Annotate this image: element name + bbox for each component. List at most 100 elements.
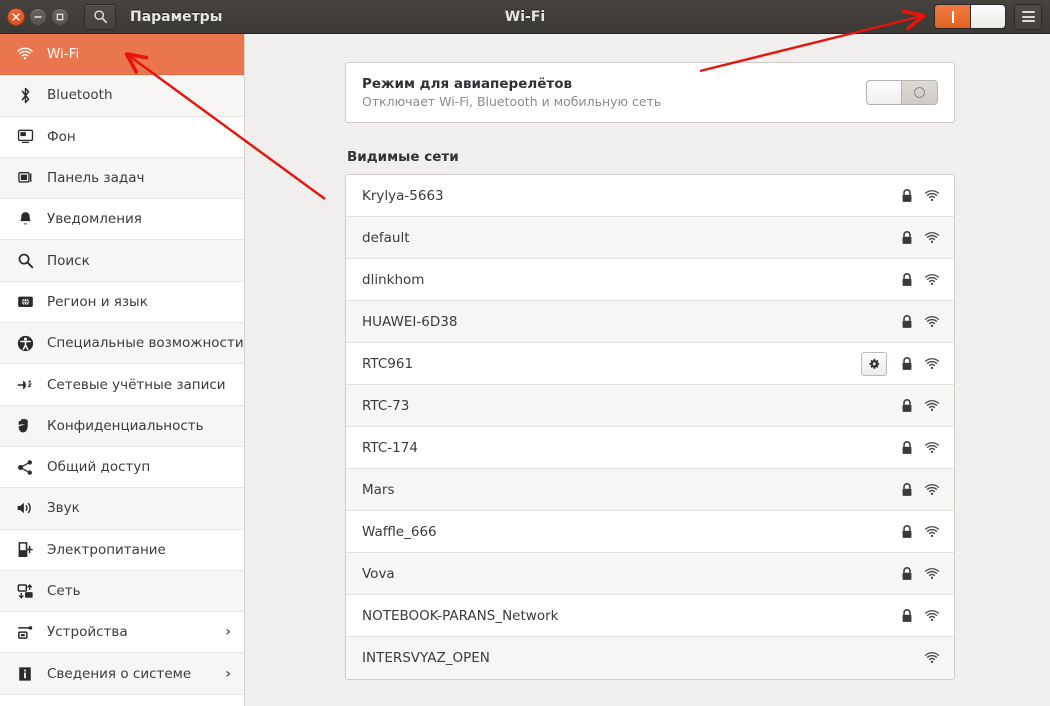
sidebar-item-label: Электропитание [47, 541, 166, 558]
airplane-mode-title: Режим для авиаперелётов [362, 76, 573, 92]
info-icon [19, 666, 31, 681]
airplane-mode-subtitle: Отключает Wi-Fi, Bluetooth и мобильную с… [362, 94, 662, 109]
network-name: RTC-73 [362, 397, 410, 414]
wifi-master-toggle[interactable] [934, 4, 1006, 29]
hamburger-menu-button[interactable] [1014, 3, 1042, 30]
power-battery-icon [13, 541, 37, 558]
network-row[interactable]: Vova [346, 553, 954, 595]
network-name: Vova [362, 565, 395, 582]
sidebar-item-label: Сетевые учётные записи [47, 376, 226, 393]
search-icon [93, 10, 107, 24]
wifi-signal-icon [923, 357, 940, 371]
window-titlebar: Параметры Wi-Fi [0, 0, 1050, 34]
sound-speaker-icon [13, 500, 37, 516]
sidebar-item-power-battery[interactable]: Электропитание [0, 529, 244, 571]
wifi-panel: Режим для авиаперелётов Отключает Wi-Fi,… [245, 34, 1050, 706]
network-row-icons [899, 566, 940, 581]
wifi-signal-icon [923, 651, 940, 665]
wifi-signal-icon [923, 483, 940, 497]
wifi-signal-icon [923, 315, 940, 329]
network-settings-button[interactable] [861, 351, 887, 376]
network-row[interactable]: Waffle_666 [346, 511, 954, 553]
network-row[interactable]: RTC961 [346, 343, 954, 385]
sidebar-item-online-accounts[interactable]: Сетевые учётные записи [0, 364, 244, 406]
panel-title-text: Wi-Fi [504, 9, 546, 25]
wifi-signal-icon [924, 315, 939, 327]
lock-icon [899, 356, 914, 371]
wifi-icon [17, 47, 33, 60]
lock-icon [902, 314, 911, 328]
lock-icon [899, 524, 914, 539]
network-row[interactable]: HUAWEI-6D38 [346, 301, 954, 343]
network-icon [13, 583, 37, 600]
window-controls [7, 7, 69, 26]
close-button[interactable] [7, 7, 25, 26]
lock-icon [899, 608, 914, 623]
sidebar-item-sharing[interactable]: Общий доступ [0, 446, 244, 489]
sidebar-item-accessibility[interactable]: Специальные возможности [0, 323, 244, 365]
network-row[interactable]: dlinkhom [346, 259, 954, 301]
sidebar-item-search[interactable]: Поиск [0, 240, 244, 282]
sidebar-item-network[interactable]: Сеть [0, 570, 244, 613]
lock-icon [899, 398, 914, 413]
sidebar-item-label: Поиск [47, 252, 90, 269]
wifi-signal-icon [924, 357, 939, 369]
sidebar-item-wifi[interactable]: Wi-Fi [0, 34, 244, 76]
lock-icon [899, 314, 914, 329]
maximize-button[interactable] [51, 7, 69, 26]
chevron-right-icon: › [225, 624, 231, 641]
lock-icon [899, 566, 914, 581]
sidebar-item-dock[interactable]: Панель задач [0, 157, 244, 200]
wifi-signal-icon [923, 525, 940, 539]
sidebar-item-region-language[interactable]: Регион и язык [0, 281, 244, 324]
sidebar-item-sound-speaker[interactable]: Звук [0, 488, 244, 530]
sidebar-item-devices[interactable]: Устройства › [0, 612, 244, 654]
wifi-signal-icon [923, 189, 940, 203]
network-row[interactable]: Krylya-5663 [346, 175, 954, 217]
network-row-icons [899, 272, 940, 287]
wifi-signal-icon [924, 652, 939, 664]
search-icon [13, 252, 37, 269]
network-row[interactable]: INTERSVYAZ_OPEN [346, 637, 954, 679]
lock-icon [899, 482, 914, 497]
network-name: default [362, 229, 410, 246]
wifi-signal-icon [924, 189, 939, 201]
bell-icon [19, 211, 31, 225]
network-row[interactable]: default [346, 217, 954, 259]
visible-networks-heading: Видимые сети [347, 149, 459, 165]
region-language-icon [13, 294, 37, 310]
network-row[interactable]: NOTEBOOK-PARANS_Network [346, 595, 954, 637]
wifi-signal-icon [923, 273, 940, 287]
network-name: Waffle_666 [362, 523, 437, 540]
search-button[interactable] [84, 3, 116, 30]
network-row-icons [899, 188, 940, 203]
devices-icon [13, 624, 37, 640]
background-icon [17, 129, 33, 144]
online-accounts-icon [17, 379, 32, 389]
sharing-icon [13, 459, 37, 476]
lock-icon [902, 524, 911, 538]
lock-icon [902, 398, 911, 412]
online-accounts-icon [13, 377, 37, 393]
sidebar-item-label: Регион и язык [47, 293, 148, 310]
airplane-mode-toggle[interactable] [866, 80, 938, 105]
visible-networks-list: Krylya-5663 default dlinkhom HUAWEI-6D38 RTC… [345, 174, 955, 680]
airplane-toggle-off-side [902, 81, 937, 104]
toggle-on-mark-icon [951, 10, 954, 23]
network-row[interactable]: Mars [346, 469, 954, 511]
sidebar-item-background[interactable]: Фон [0, 116, 244, 158]
sidebar-item-privacy-hand[interactable]: Конфиденциальность [0, 405, 244, 447]
wifi-signal-icon [924, 483, 939, 495]
sidebar-item-bluetooth[interactable]: Bluetooth [0, 75, 244, 117]
wifi-signal-icon [924, 567, 939, 579]
network-name: NOTEBOOK-PARANS_Network [362, 607, 559, 624]
lock-icon [899, 188, 914, 203]
wifi-signal-icon [923, 441, 940, 455]
network-row[interactable]: RTC-73 [346, 385, 954, 427]
network-name: RTC-174 [362, 439, 418, 456]
sound-speaker-icon [17, 503, 31, 514]
sidebar-item-info[interactable]: Сведения о системе › [0, 653, 244, 695]
sidebar-item-bell[interactable]: Уведомления [0, 199, 244, 241]
network-row[interactable]: RTC-174 [346, 427, 954, 469]
minimize-button[interactable] [29, 7, 47, 26]
